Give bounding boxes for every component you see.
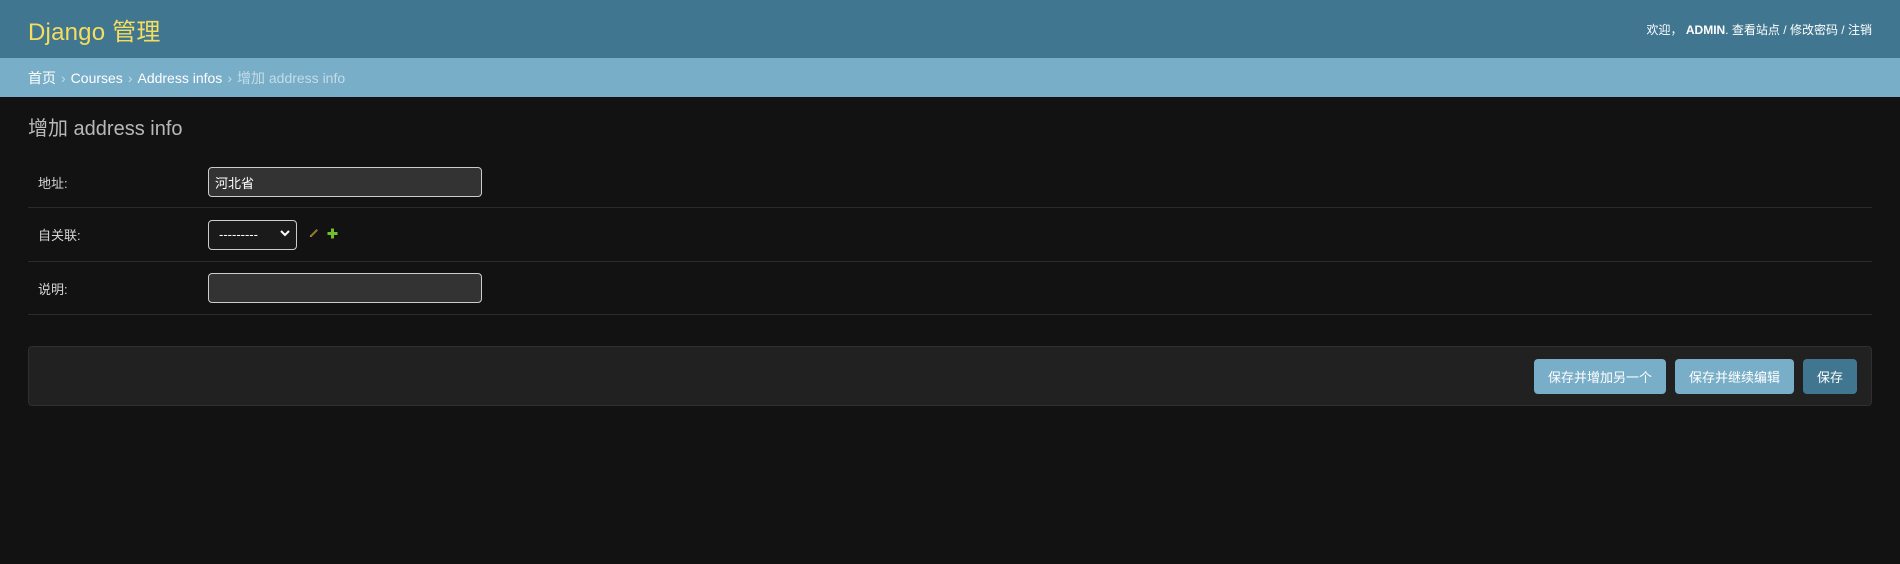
separator: /: [1783, 22, 1787, 37]
breadcrumb-courses[interactable]: Courses: [71, 70, 123, 86]
welcome-text: 欢迎，: [1646, 22, 1683, 37]
save-continue-button[interactable]: 保存并继续编辑: [1674, 358, 1794, 394]
form-row-parent: 自关联: ---------: [28, 208, 1872, 262]
form-row-description: 说明:: [28, 262, 1872, 315]
change-password-link[interactable]: 修改密码: [1790, 23, 1838, 37]
breadcrumb: 首页 › Courses › Address infos › 增加 addres…: [0, 58, 1900, 97]
address-label: 地址:: [38, 175, 68, 191]
parent-select-value: ---------: [219, 227, 258, 242]
user-tools: 欢迎， ADMIN. 查看站点 / 修改密码 / 注销: [1647, 21, 1872, 38]
logout-link[interactable]: 注销: [1848, 23, 1872, 37]
breadcrumb-address-infos[interactable]: Address infos: [137, 70, 222, 86]
parent-label: 自关联:: [38, 228, 81, 243]
parent-select[interactable]: ---------: [208, 219, 297, 250]
main-content: 增加 address info 地址: 自关联: --------- 说明:: [0, 97, 1900, 406]
site-brand[interactable]: Django 管理: [28, 12, 161, 47]
pencil-icon[interactable]: [308, 226, 320, 244]
breadcrumb-home[interactable]: 首页: [28, 68, 56, 88]
username: ADMIN: [1685, 22, 1726, 37]
breadcrumb-current: 增加 address info: [236, 69, 346, 86]
address-input[interactable]: [208, 167, 482, 197]
form-row-address: 地址:: [28, 157, 1872, 208]
breadcrumb-separator: ›: [227, 69, 232, 86]
save-button[interactable]: 保存: [1802, 358, 1857, 394]
description-label: 说明:: [38, 281, 68, 297]
site-header: Django 管理 欢迎， ADMIN. 查看站点 / 修改密码 / 注销: [0, 0, 1900, 58]
breadcrumb-separator: ›: [127, 69, 133, 86]
view-site-link[interactable]: 查看站点: [1732, 23, 1780, 37]
submit-row: 保存并增加另一个 保存并继续编辑 保存: [28, 346, 1872, 406]
plus-icon[interactable]: [327, 226, 338, 244]
description-input[interactable]: [208, 273, 482, 303]
username-suffix: .: [1725, 22, 1729, 37]
save-add-another-button[interactable]: 保存并增加另一个: [1533, 358, 1666, 394]
separator: /: [1841, 22, 1845, 37]
chevron-down-icon: [280, 229, 290, 240]
page-title: 增加 address info: [28, 118, 183, 140]
breadcrumb-separator: ›: [61, 69, 66, 86]
